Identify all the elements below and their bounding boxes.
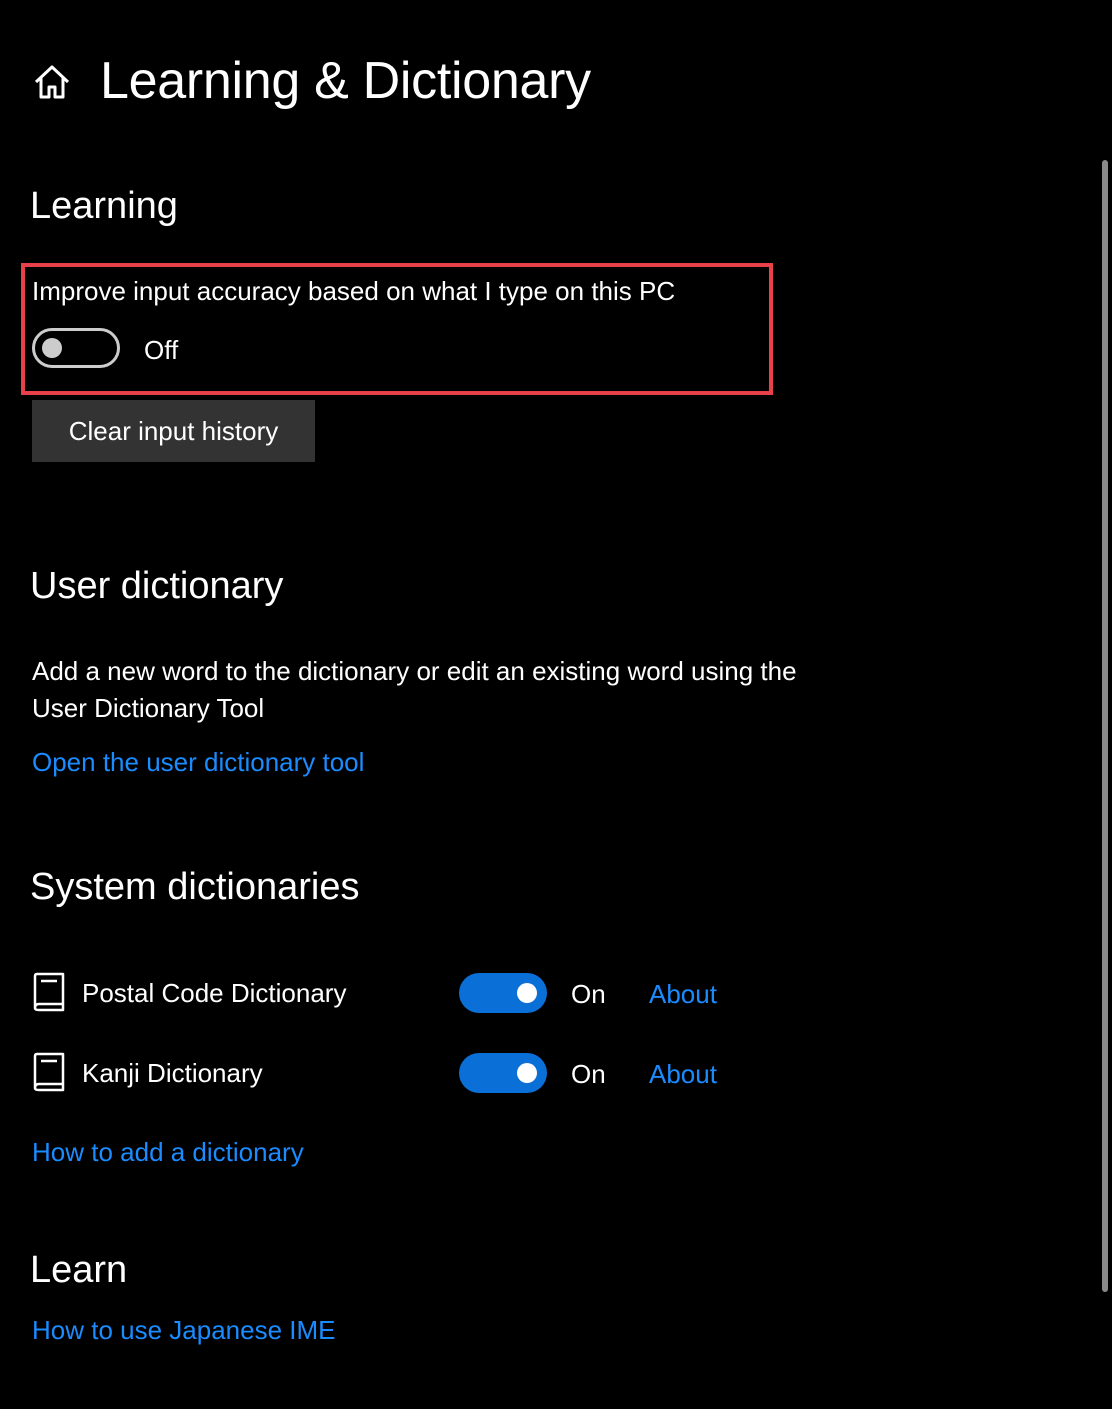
kanji-dictionary-label: Kanji Dictionary (82, 1058, 263, 1088)
postal-code-dictionary-label: Postal Code Dictionary (82, 978, 347, 1008)
learn-heading: Learn (30, 1249, 128, 1291)
toggle-knob (42, 338, 62, 358)
open-user-dictionary-link[interactable]: Open the user dictionary tool (32, 744, 364, 780)
system-dictionaries-heading: System dictionaries (30, 866, 360, 908)
postal-code-about-link[interactable]: About (649, 976, 717, 1012)
user-dictionary-heading: User dictionary (30, 565, 284, 607)
improve-accuracy-state: Off (144, 335, 179, 365)
book-icon (33, 972, 65, 1012)
japanese-ime-link[interactable]: How to use Japanese IME (32, 1312, 336, 1348)
clear-input-history-button[interactable]: Clear input history (32, 400, 315, 462)
improve-accuracy-label: Improve input accuracy based on what I t… (32, 276, 676, 306)
improve-accuracy-toggle[interactable] (32, 328, 120, 368)
toggle-knob (517, 983, 537, 1003)
user-dictionary-description-line1: Add a new word to the dictionary or edit… (32, 656, 797, 686)
scrollbar[interactable] (1102, 160, 1108, 1292)
postal-code-dictionary-state: On (571, 979, 606, 1009)
toggle-knob (517, 1063, 537, 1083)
user-dictionary-description-line2: User Dictionary Tool (32, 693, 265, 723)
postal-code-dictionary-toggle[interactable] (459, 973, 547, 1013)
home-icon[interactable] (32, 62, 72, 102)
page-title: Learning & Dictionary (100, 52, 591, 110)
learning-heading: Learning (30, 185, 178, 227)
how-to-add-dictionary-link[interactable]: How to add a dictionary (32, 1134, 304, 1170)
book-icon (33, 1052, 65, 1092)
kanji-dictionary-toggle[interactable] (459, 1053, 547, 1093)
kanji-about-link[interactable]: About (649, 1056, 717, 1092)
kanji-dictionary-state: On (571, 1059, 606, 1089)
